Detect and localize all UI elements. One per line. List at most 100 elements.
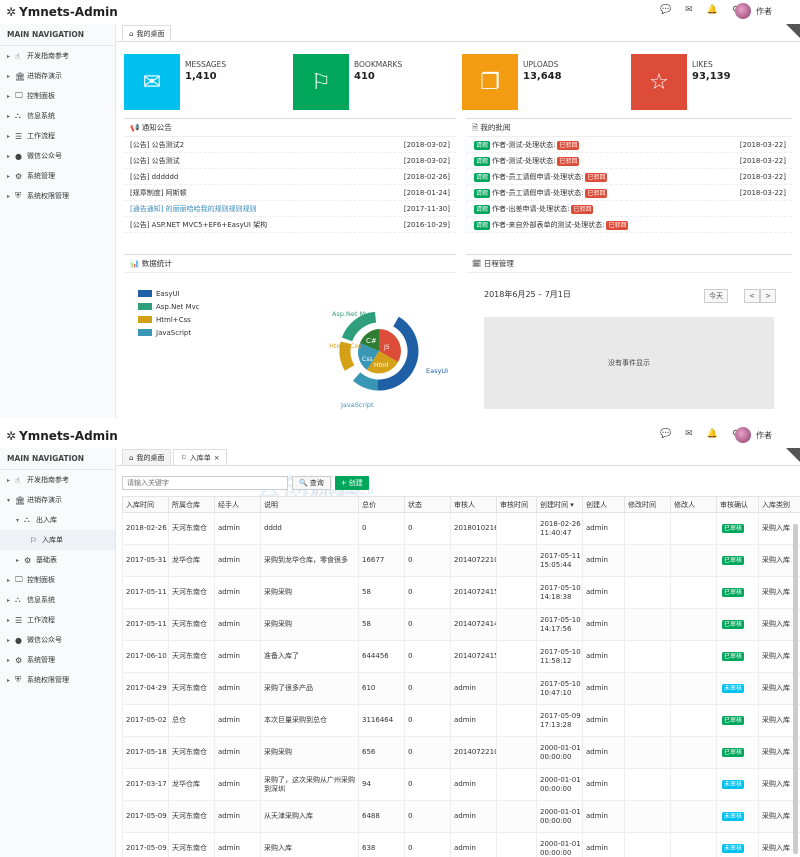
notice-row[interactable]: [规章制度] 阿斯顿 [2018-01-24] — [124, 185, 456, 201]
sidebar-item-perm[interactable]: ▸ ⛨ 系统权限管理 — [0, 186, 115, 206]
table-row[interactable]: 2017-04-29 天河东南仓 admin 采购了很多产品 610 0 admin 2017… — [122, 672, 800, 705]
column-header[interactable]: 状态 — [404, 496, 451, 513]
sidebar-item-panel[interactable]: ▸ 🖵 控制面板 — [0, 570, 115, 590]
approval-row[interactable]: 请假 作者-员工请假申请-处理状态: 已驳回 [2018-03-22] — [466, 169, 792, 185]
sidebar-item-wechat[interactable]: ▸ ● 微信公众号 — [0, 146, 115, 166]
approval-row[interactable]: 请假 作者-员工请假申请-处理状态: 已驳回 [2018-03-22] — [466, 185, 792, 201]
table-row[interactable]: 2018-02-26 天河东南仓 admin dddd 0 0 2018010216 2018… — [122, 512, 800, 545]
table-row[interactable]: 2017-05-09 天河东南仓 admin 采购入库 638 0 admin 2000-01… — [122, 832, 800, 857]
tab-bar: ⌂ 我的桌面 ⚐ 入库单 × — [116, 448, 800, 466]
card-messages[interactable]: ✉ MESSAGES 1,410 — [124, 54, 285, 110]
table-cell — [496, 544, 537, 577]
sidebar-item-stock[interactable]: ▾ 🏛 进销存演示 — [0, 490, 115, 510]
mail-icon[interactable]: ✉ — [685, 5, 693, 15]
column-header[interactable]: 创建时间 ▾ — [536, 496, 583, 513]
column-header[interactable]: 经手人 — [214, 496, 261, 513]
bell-icon[interactable]: 🔔 — [707, 5, 718, 15]
tab-instock[interactable]: ⚐ 入库单 × — [173, 449, 227, 465]
column-header[interactable]: 审核确认 — [716, 496, 759, 513]
list-icon: ☰ — [15, 615, 23, 625]
vertical-scrollbar[interactable] — [793, 524, 798, 854]
sidebar-item-sys[interactable]: ▸ ⚙ 系统管理 — [0, 166, 115, 186]
legend-item-html[interactable]: Html+Css — [138, 313, 200, 326]
card-uploads[interactable]: ❐ UPLOADS 13,648 — [462, 54, 623, 110]
legend-item-mvc[interactable]: Asp.Net Mvc — [138, 300, 200, 313]
table-row[interactable]: 2017-05-11 天河东南仓 admin 采购采购 58 0 2014072414 201… — [122, 608, 800, 641]
column-header[interactable]: 审核人 — [450, 496, 497, 513]
column-header[interactable]: 所属仓库 — [168, 496, 215, 513]
approval-row[interactable]: 请假 作者-来自外部表单的测试-处理状态: 已驳回 — [466, 217, 792, 233]
table-cell: 天河东南仓 — [168, 800, 215, 833]
chat-icon[interactable]: 💬 — [660, 5, 671, 15]
column-header[interactable]: 说明 — [260, 496, 359, 513]
card-likes[interactable]: ☆ LIKES 93,139 — [631, 54, 792, 110]
notice-row[interactable]: [公告] ASP.NET MVC5+EF6+EasyUI 架构 [2016-10-… — [124, 217, 456, 233]
search-input[interactable] — [122, 476, 288, 490]
sidebar-item-base[interactable]: ▸ ⚙ 基础表 — [0, 550, 115, 570]
table-cell: 未审核 — [716, 672, 759, 705]
table-cell: 2017-05-09 — [122, 832, 169, 857]
next-button[interactable]: > — [760, 289, 776, 303]
card-bookmarks[interactable]: ⚐ BOOKMARKS 410 — [293, 54, 454, 110]
corner-fold-icon[interactable] — [786, 24, 800, 38]
table-row[interactable]: 2017-05-18 天河东南仓 admin 采购采购 656 0 2014072210 20… — [122, 736, 800, 769]
avatar — [735, 427, 751, 443]
create-button[interactable]: + 创建 — [334, 476, 369, 490]
prev-button[interactable]: < — [744, 289, 760, 303]
table-row[interactable]: 2017-05-31 龙华仓库 admin 采购到龙华仓库，零食很多 16677 0 201… — [122, 544, 800, 577]
today-button[interactable]: 今天 — [704, 289, 728, 303]
table-row[interactable]: 2017-05-09 天河东南仓 admin 从天津采购入库 6488 0 admin 200… — [122, 800, 800, 833]
notice-row[interactable]: [通告通知] 的丽丽哈哈我的规则规则规则 [2017-11-30] — [124, 201, 456, 217]
tab-home[interactable]: ⌂ 我的桌面 — [122, 25, 172, 41]
approval-row[interactable]: 请假 作者-出差申请-处理状态: 已驳回 — [466, 201, 792, 217]
notice-row[interactable]: [公告] dddddd [2018-02-26] — [124, 169, 456, 185]
chat-icon[interactable]: 💬 — [660, 429, 671, 439]
column-header[interactable]: 创建人 — [582, 496, 625, 513]
user-menu[interactable]: 作者 — [735, 427, 772, 443]
table-row[interactable]: 2017-05-11 天河东南仓 admin 采购采购 58 0 2014072415 201… — [122, 576, 800, 609]
sidebar-item-flow[interactable]: ▸ ☰ 工作流程 — [0, 126, 115, 146]
table-row[interactable]: 2017-03-17 龙华仓库 admin 采购了，这次采购从广州采购到深圳 94 0 ad… — [122, 768, 800, 801]
table-row[interactable]: 2017-06-10 天河东南仓 admin 准备入库了 644456 0 20140724… — [122, 640, 800, 673]
sidebar-item-wechat[interactable]: ▸ ● 微信公众号 — [0, 630, 115, 650]
notice-row[interactable]: [公告] 公告测试 [2018-03-02] — [124, 153, 456, 169]
sidebar-item-instock[interactable]: ⚐ 入库单 — [0, 530, 115, 550]
column-header[interactable]: 入库时间 — [122, 496, 169, 513]
column-header[interactable]: 总价 — [358, 496, 405, 513]
column-header[interactable]: 修改时间 — [624, 496, 671, 513]
query-button[interactable]: 🔍 查询 — [292, 476, 331, 490]
sidebar-item-guide[interactable]: ▸ ☝ 开发指南参考 — [0, 46, 115, 66]
column-header[interactable]: 修改人 — [670, 496, 717, 513]
table-cell — [496, 608, 537, 641]
legend-item-js[interactable]: JavaScript — [138, 326, 200, 339]
table-cell: admin — [582, 544, 625, 577]
column-header[interactable]: 入库类别 — [758, 496, 800, 513]
sidebar-item-guide[interactable]: ▸ ☝ 开发指南参考 — [0, 470, 115, 490]
table-cell — [670, 608, 717, 641]
corner-fold-icon[interactable] — [786, 448, 800, 462]
sidebar-item-panel[interactable]: ▸ 🖵 控制面板 — [0, 86, 115, 106]
notice-row[interactable]: [公告] 公告测试2 [2018-03-02] — [124, 137, 456, 153]
sidebar-item-inout[interactable]: ▾ ⛬ 出入库 — [0, 510, 115, 530]
bell-icon[interactable]: 🔔 — [707, 429, 718, 439]
close-icon[interactable]: × — [214, 454, 220, 462]
column-header[interactable]: 审核时间 — [496, 496, 537, 513]
app-logo[interactable]: ✲ Ymnets-Admin — [6, 5, 118, 19]
sidebar-item-info[interactable]: ▸ ⛬ 信息系统 — [0, 106, 115, 126]
table-cell: admin — [214, 736, 261, 769]
sidebar-item-flow[interactable]: ▸ ☰ 工作流程 — [0, 610, 115, 630]
table-row[interactable]: 2017-05-02 总仓 admin 本次巨量采购到总仓 3116464 0 admin 2… — [122, 704, 800, 737]
tab-home[interactable]: ⌂ 我的桌面 — [122, 449, 172, 465]
app-logo[interactable]: ✲ Ymnets-Admin — [6, 429, 118, 443]
sidebar-item-stock[interactable]: ▸ 🏛 进销存演示 — [0, 66, 115, 86]
table-cell: 16677 — [358, 544, 405, 577]
mail-icon[interactable]: ✉ — [685, 429, 693, 439]
approval-row[interactable]: 请假 作者-测试-处理状态: 已驳回 [2018-03-22] — [466, 137, 792, 153]
sidebar-item-perm[interactable]: ▸ ⛨ 系统权限管理 — [0, 670, 115, 690]
user-menu[interactable]: 作者 — [735, 3, 772, 19]
table-cell — [496, 704, 537, 737]
approval-row[interactable]: 请假 作者-测试-处理状态: 已驳回 [2018-03-22] — [466, 153, 792, 169]
legend-item-easyui[interactable]: EasyUI — [138, 287, 200, 300]
sidebar-item-info[interactable]: ▸ ⛬ 信息系统 — [0, 590, 115, 610]
sidebar-item-sys[interactable]: ▸ ⚙ 系统管理 — [0, 650, 115, 670]
